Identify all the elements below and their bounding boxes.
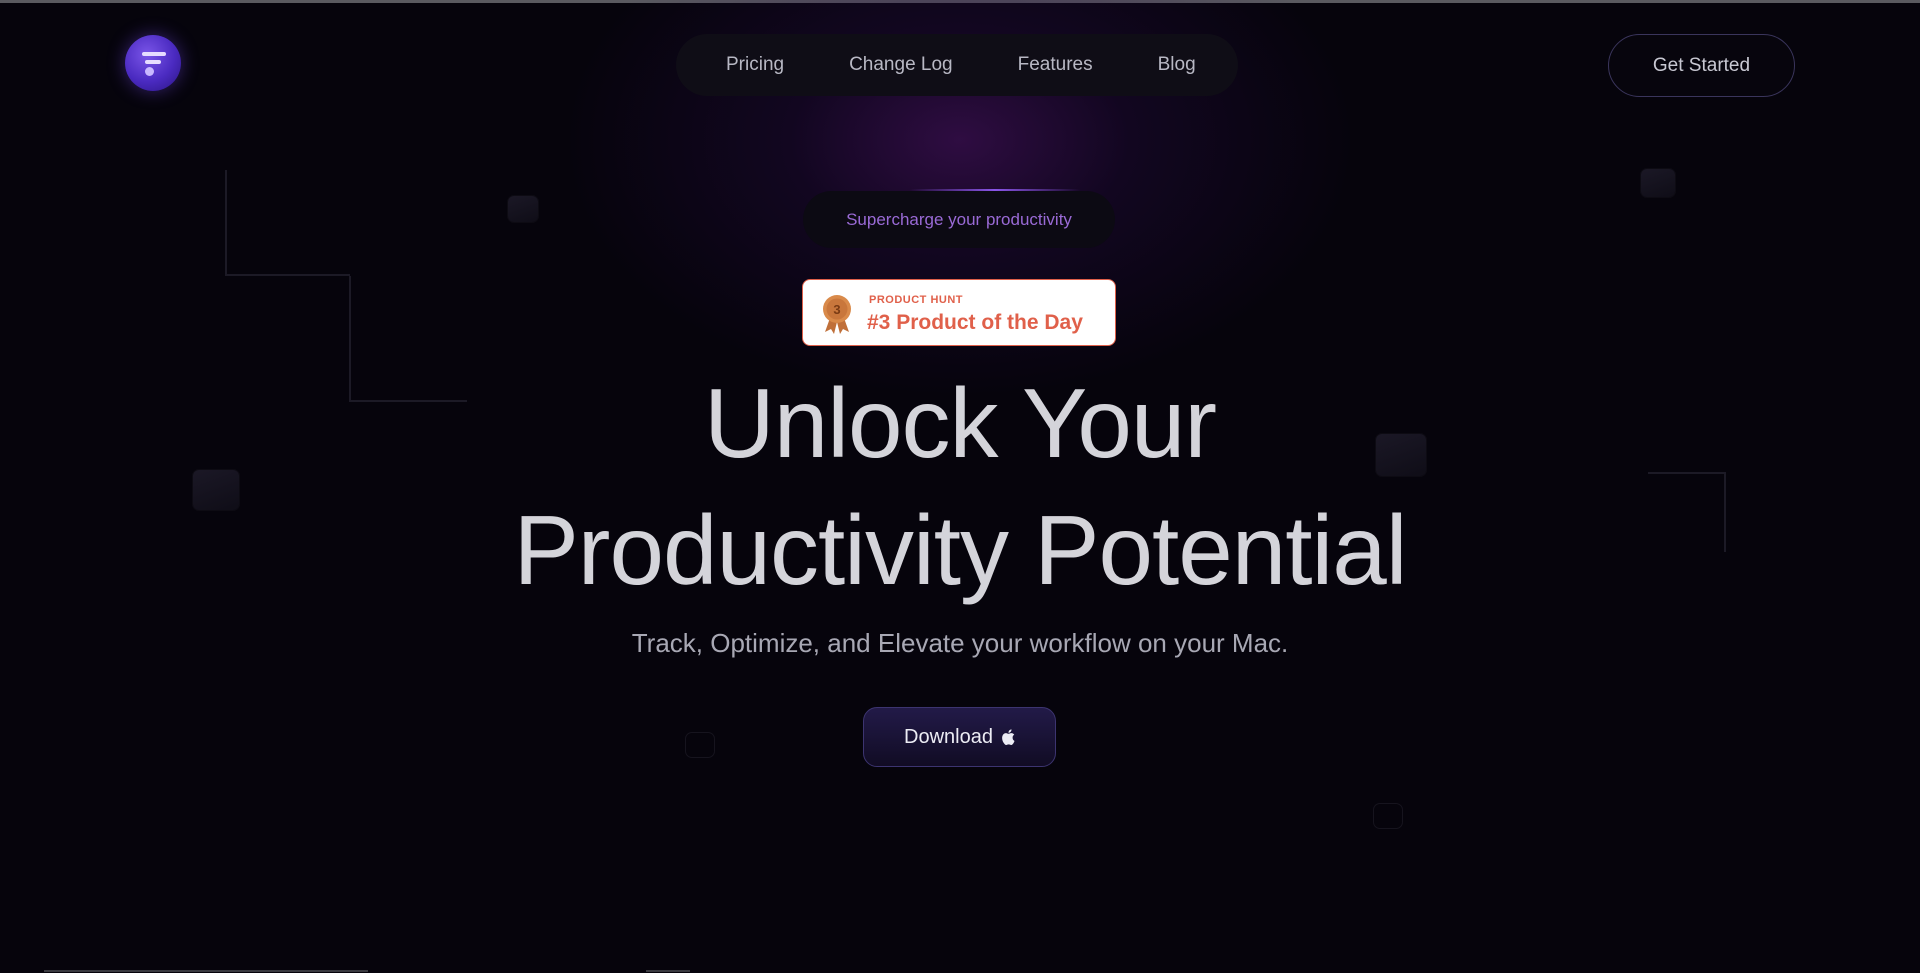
- medal-icon: 3: [823, 295, 851, 334]
- decor-square: [1374, 804, 1402, 828]
- apple-icon: [1002, 729, 1015, 745]
- nav-item-change-log[interactable]: Change Log: [849, 54, 953, 76]
- product-hunt-badge[interactable]: 3 PRODUCT HUNT #3 Product of the Day: [802, 279, 1116, 346]
- nav-item-pricing[interactable]: Pricing: [726, 54, 784, 76]
- logo-dot: [145, 67, 154, 76]
- bottom-divider: [646, 970, 690, 972]
- tagline-pill: Supercharge your productivity: [803, 191, 1115, 248]
- download-label: Download: [904, 725, 993, 748]
- logo-bar: [142, 52, 166, 56]
- decor-square: [508, 196, 538, 222]
- app-logo[interactable]: [125, 35, 181, 91]
- decor-line: [225, 170, 350, 276]
- logo-bar: [145, 60, 161, 64]
- download-button[interactable]: Download: [863, 707, 1056, 767]
- hero-subtitle: Track, Optimize, and Elevate your workfl…: [631, 628, 1289, 658]
- medal-rank: 3: [833, 302, 840, 317]
- nav-item-features[interactable]: Features: [1018, 54, 1093, 76]
- nav-item-blog[interactable]: Blog: [1158, 54, 1196, 76]
- tagline-beam: [910, 189, 1080, 191]
- hero-title-line2: Productivity Potential: [513, 495, 1407, 605]
- decor-square: [1641, 169, 1675, 197]
- browser-top-border: [0, 0, 1920, 3]
- landing-page: Pricing Change Log Features Blog Get Sta…: [0, 0, 1920, 973]
- badge-title: #3 Product of the Day: [867, 311, 1083, 334]
- hero-title-line1: Unlock Your: [703, 368, 1217, 478]
- main-nav: Pricing Change Log Features Blog: [676, 34, 1238, 96]
- badge-source: PRODUCT HUNT: [869, 294, 963, 306]
- decor-square: [686, 733, 714, 757]
- get-started-button[interactable]: Get Started: [1608, 34, 1795, 97]
- bottom-divider: [44, 970, 368, 972]
